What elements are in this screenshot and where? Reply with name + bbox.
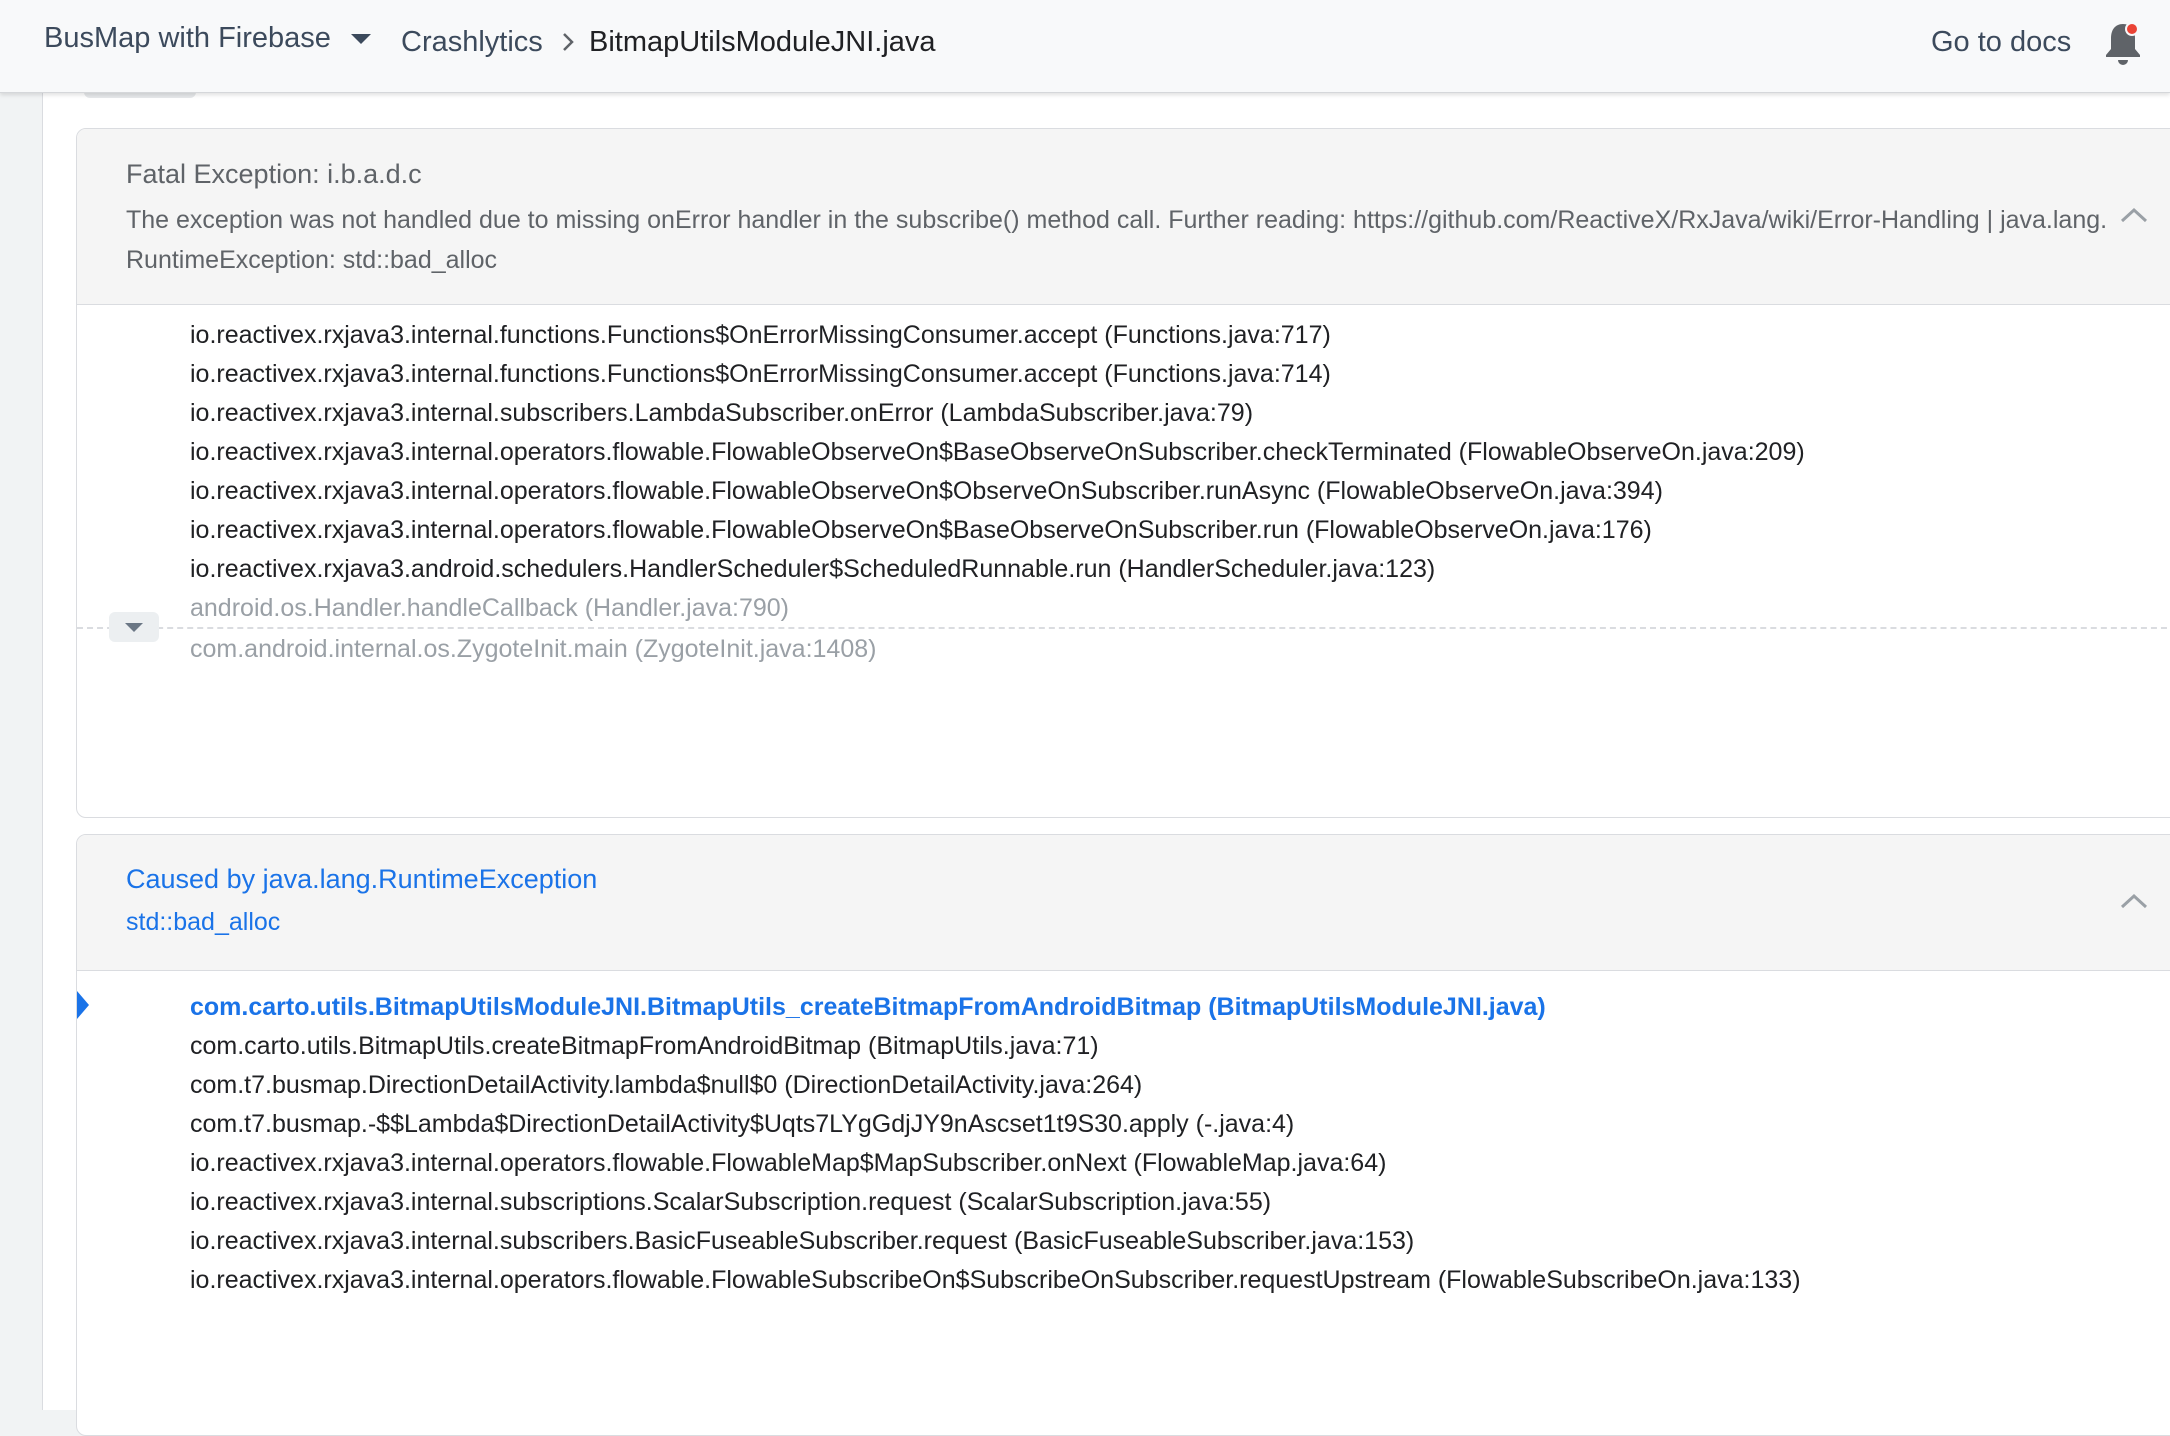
exception-header[interactable]: Fatal Exception: i.b.a.d.c The exception…	[77, 129, 2170, 305]
cause-card: Caused by java.lang.RuntimeException std…	[76, 834, 2170, 1436]
chevron-right-icon	[563, 33, 574, 51]
caret-down-icon	[125, 623, 143, 632]
expand-frames-button[interactable]	[109, 612, 159, 642]
exception-title: Fatal Exception: i.b.a.d.c	[126, 159, 422, 189]
stack-frame-collapsed[interactable]: com.android.internal.os.ZygoteInit.main …	[190, 635, 876, 664]
stack-frame[interactable]: io.reactivex.rxjava3.internal.functions.…	[190, 360, 1331, 389]
stack-frame[interactable]: io.reactivex.rxjava3.internal.subscriber…	[190, 1227, 1414, 1256]
project-selector[interactable]: BusMap with Firebase	[44, 22, 371, 55]
top-app-bar: BusMap with Firebase Crashlytics BitmapU…	[0, 0, 2170, 93]
cause-title: Caused by java.lang.RuntimeException	[126, 864, 598, 894]
bell-icon[interactable]	[2102, 20, 2144, 68]
exception-description: The exception was not handled due to mis…	[126, 206, 2108, 274]
current-frame-marker-icon	[77, 991, 89, 1019]
stack-frame[interactable]: io.reactivex.rxjava3.internal.subscriber…	[190, 399, 1253, 428]
stack-frame[interactable]: com.t7.busmap.-$$Lambda$DirectionDetailA…	[190, 1110, 1294, 1139]
chevron-up-icon[interactable]	[2117, 205, 2151, 227]
left-rail	[0, 92, 43, 1410]
stack-frame[interactable]: io.reactivex.rxjava3.internal.operators.…	[190, 516, 1652, 545]
stack-frame[interactable]: io.reactivex.rxjava3.internal.operators.…	[190, 438, 1805, 467]
exception-card: Fatal Exception: i.b.a.d.c The exception…	[76, 128, 2170, 818]
collapsed-frames-divider	[77, 627, 2170, 629]
stack-frame[interactable]: com.t7.busmap.DirectionDetailActivity.la…	[190, 1071, 1142, 1100]
stack-frame[interactable]: io.reactivex.rxjava3.internal.operators.…	[190, 1149, 1386, 1178]
project-name: BusMap with Firebase	[44, 22, 331, 54]
stack-frame[interactable]: io.reactivex.rxjava3.android.schedulers.…	[190, 555, 1435, 584]
notification-dot	[2125, 22, 2139, 36]
go-to-docs-link[interactable]: Go to docs	[1931, 26, 2071, 59]
cause-description: std::bad_alloc	[126, 908, 281, 936]
stack-frame[interactable]: io.reactivex.rxjava3.internal.subscripti…	[190, 1188, 1271, 1217]
chevron-up-icon[interactable]	[2117, 891, 2151, 913]
stack-frame-highlighted[interactable]: com.carto.utils.BitmapUtilsModuleJNI.Bit…	[190, 993, 1546, 1022]
stack-frame[interactable]: com.carto.utils.BitmapUtils.createBitmap…	[190, 1032, 1099, 1061]
breadcrumb-crashlytics[interactable]: Crashlytics	[401, 26, 543, 59]
stack-frame[interactable]: io.reactivex.rxjava3.internal.operators.…	[190, 477, 1663, 506]
stack-frame[interactable]: io.reactivex.rxjava3.internal.functions.…	[190, 321, 1331, 350]
chevron-down-icon	[350, 33, 371, 44]
stack-frame-collapsed[interactable]: android.os.Handler.handleCallback (Handl…	[190, 594, 789, 623]
stack-frame[interactable]: io.reactivex.rxjava3.internal.operators.…	[190, 1266, 1801, 1295]
breadcrumb-current: BitmapUtilsModuleJNI.java	[589, 26, 936, 58]
cause-header[interactable]: Caused by java.lang.RuntimeException std…	[77, 835, 2170, 971]
